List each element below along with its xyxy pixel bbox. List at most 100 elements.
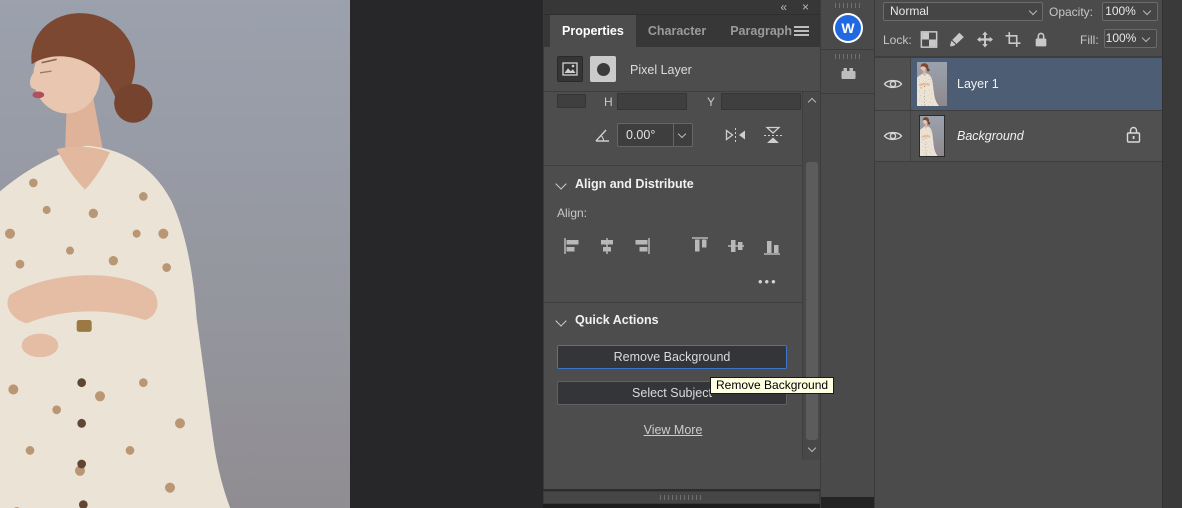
fill-dropdown[interactable] (1137, 29, 1157, 48)
thumbnail-selection-bracket (941, 100, 947, 106)
document-canvas[interactable] (0, 0, 350, 508)
opacity-dropdown[interactable] (1138, 2, 1158, 21)
more-options-icon[interactable]: ••• (758, 274, 778, 289)
lock-position-move-icon[interactable] (976, 31, 994, 48)
layer-row-layer1[interactable]: Layer 1 (875, 58, 1162, 110)
chevron-down-icon (1029, 7, 1037, 15)
scrollbar-thumb[interactable] (806, 162, 818, 440)
section-divider (544, 165, 821, 166)
height-label: H (604, 95, 613, 109)
visibility-toggle[interactable] (875, 58, 911, 110)
plugin-panel-icon[interactable] (840, 65, 857, 80)
chevron-down-icon (678, 130, 686, 138)
visibility-toggle[interactable] (875, 111, 911, 161)
grip-handle-icon (835, 54, 861, 59)
fill-input[interactable]: 100% (1104, 29, 1138, 48)
grip-handle-icon (660, 495, 704, 500)
align-vertical-centers-button[interactable] (727, 236, 745, 256)
blend-mode-select[interactable]: Normal (883, 2, 1043, 21)
lock-artboard-icon[interactable] (1004, 31, 1022, 48)
tab-properties[interactable]: Properties (550, 15, 636, 47)
quick-actions-section-header[interactable]: Quick Actions (575, 313, 659, 327)
y-position-label: Y (707, 95, 715, 109)
chevron-down-icon (1143, 7, 1151, 15)
opacity-label: Opacity: (1049, 5, 1093, 19)
background-thumbnail-image (920, 116, 944, 156)
properties-panel-titlebar: « × (544, 0, 821, 15)
y-position-input[interactable] (721, 93, 801, 110)
fill-label: Fill: (1080, 33, 1099, 47)
window-right-edge (1162, 0, 1182, 508)
pixel-layer-icon-button[interactable] (557, 56, 583, 82)
app-edge (821, 497, 874, 508)
tab-character[interactable]: Character (636, 15, 718, 47)
photoshop-app: « × Properties Character Paragraph Pixel… (0, 0, 1182, 508)
mask-icon-button[interactable] (590, 56, 616, 82)
rotate-angle-input[interactable]: 0.00° (617, 123, 674, 147)
blend-mode-value: Normal (890, 4, 929, 18)
chevron-down-icon[interactable] (555, 178, 566, 189)
thumbnail-selection-bracket (917, 100, 923, 106)
w-plugin-icon: W (835, 15, 861, 41)
eye-icon (883, 129, 903, 143)
canvas-workspace[interactable] (0, 0, 543, 508)
chevron-down-icon (1142, 34, 1150, 42)
tab-paragraph[interactable]: Paragraph (718, 15, 804, 47)
thumbnail-selection-bracket (917, 62, 923, 68)
align-top-edges-button[interactable] (691, 236, 709, 256)
align-left-edges-button[interactable] (563, 236, 581, 256)
opacity-input[interactable]: 100% (1102, 2, 1139, 21)
flip-horizontal-button[interactable] (724, 126, 748, 144)
align-right-edges-button[interactable] (633, 236, 651, 256)
rotate-angle-dropdown[interactable] (674, 123, 693, 147)
mask-icon (597, 63, 610, 76)
lock-label: Lock: (883, 33, 912, 47)
background-thumbnail[interactable] (919, 115, 945, 157)
close-panel-icon[interactable]: × (802, 0, 809, 15)
scroll-down-icon[interactable] (808, 444, 816, 452)
background-layer-name[interactable]: Background (957, 129, 1024, 143)
photo-woman-floral-dress (0, 0, 350, 508)
properties-scrollbar[interactable] (802, 92, 821, 460)
layer-locked-icon[interactable] (1125, 125, 1142, 145)
collapse-panel-icon[interactable]: « (780, 0, 787, 15)
dock-divider (821, 49, 874, 50)
scroll-up-icon[interactable] (808, 98, 816, 106)
panel-menu-icon[interactable] (794, 26, 809, 37)
image-icon (562, 62, 578, 76)
w-plugin-button[interactable]: W (833, 13, 863, 43)
align-horizontal-centers-button[interactable] (598, 236, 616, 256)
layer-type-label: Pixel Layer (630, 63, 692, 77)
collapsed-panel-strip[interactable] (543, 491, 820, 504)
layer-row-background[interactable]: Background (875, 111, 1162, 161)
section-divider (544, 302, 821, 303)
flip-vertical-button[interactable] (760, 124, 786, 146)
app-edge (543, 504, 820, 508)
partial-field (557, 94, 586, 108)
lock-image-pixels-brush-icon[interactable] (948, 31, 966, 48)
layer1-thumbnail[interactable] (917, 62, 947, 106)
grip-handle-icon (835, 3, 861, 8)
eye-icon (883, 77, 903, 91)
remove-background-button[interactable]: Remove Background (557, 345, 787, 369)
selected-layer-highlight[interactable]: Layer 1 (911, 58, 1162, 110)
layer-type-row: Pixel Layer (544, 47, 821, 92)
remove-background-tooltip: Remove Background (710, 377, 834, 394)
properties-panel: « × Properties Character Paragraph Pixel… (543, 0, 820, 490)
rotate-angle-icon (594, 127, 611, 144)
thumbnail-selection-bracket (941, 62, 947, 68)
align-label: Align: (557, 206, 587, 220)
align-bottom-edges-button[interactable] (763, 236, 781, 256)
lock-transparent-pixels-icon[interactable] (920, 31, 938, 48)
divider (875, 161, 1162, 162)
layer1-name[interactable]: Layer 1 (957, 77, 999, 91)
lock-all-icon[interactable] (1032, 31, 1050, 48)
dock-divider (821, 93, 874, 94)
layers-panel: Normal Opacity: 100% Lock: Fill: 100% (875, 0, 1162, 508)
view-more-link[interactable]: View More (544, 423, 802, 437)
align-distribute-section-header[interactable]: Align and Distribute (575, 177, 694, 191)
properties-tab-bar: Properties Character Paragraph (544, 15, 821, 47)
height-input[interactable] (617, 93, 687, 110)
chevron-down-icon[interactable] (555, 315, 566, 326)
plugin-dock-strip: W (820, 0, 875, 508)
